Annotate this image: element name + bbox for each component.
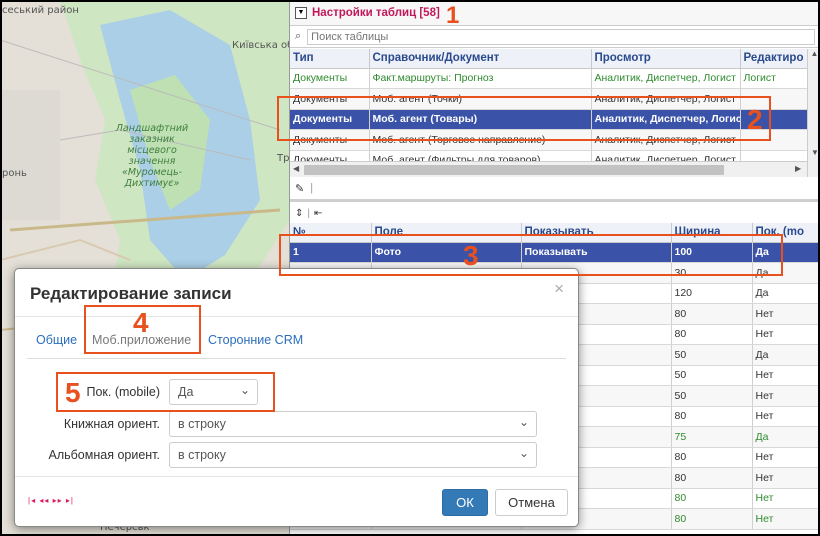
map-label-kyivska: Київська об xyxy=(232,40,294,51)
table-cell-mobile: Нет xyxy=(752,385,820,407)
scroll-up-icon[interactable]: ▲ xyxy=(808,49,820,58)
table-cell-width: 50 xyxy=(671,365,753,386)
edit-toolbar: ✎ | xyxy=(290,179,820,197)
table-cell-mobile: Нет xyxy=(752,467,820,489)
annotation-number-5: 5 xyxy=(65,377,81,408)
column-header[interactable]: Редактиро xyxy=(740,49,807,69)
table-cell-mobile: Нет xyxy=(752,488,820,509)
portrait-select[interactable]: в строку ⌄ xyxy=(169,411,537,437)
panel-titlebar: ▼ Настройки таблиц [58] xyxy=(290,0,820,26)
table-cell-width: 80 xyxy=(671,324,753,345)
record-nav-icons[interactable]: |◂ ◂◂ ▸▸ ▸| xyxy=(28,496,74,505)
table-cell-view: Аналитик, Диспетчер, Логист xyxy=(591,150,741,161)
scroll-thumb[interactable] xyxy=(304,165,724,175)
tab-external-crm[interactable]: Сторонние CRM xyxy=(208,333,303,347)
column-header[interactable]: Просмотр xyxy=(591,49,741,69)
field-label-portrait: Книжная ориент. xyxy=(63,417,160,431)
toolbar2-separator: | xyxy=(307,207,310,219)
vertical-scrollbar[interactable]: ▲ ▼ xyxy=(807,49,820,177)
close-icon[interactable]: × xyxy=(554,279,564,299)
table-cell-width: 120 xyxy=(671,283,753,304)
field-row-landscape: Альбомная ориент. в строку ⌄ xyxy=(15,442,537,468)
scroll-down-icon[interactable]: ▼ xyxy=(808,148,820,157)
annotation-number-2: 2 xyxy=(747,104,763,135)
dialog-title: Редактирование записи xyxy=(30,284,232,303)
search-icon: ⌕ xyxy=(295,30,302,42)
landscape-select[interactable]: в строку ⌄ xyxy=(169,442,537,468)
column-header[interactable]: Тип xyxy=(290,49,370,69)
table-cell-mobile: Нет xyxy=(752,365,820,386)
table-cell-type: Документы xyxy=(290,68,370,89)
field-row-portrait: Книжная ориент. в строку ⌄ xyxy=(15,411,537,437)
collapse-icon[interactable]: ▼ xyxy=(295,6,307,19)
table-cell-width: 80 xyxy=(671,508,753,530)
dialog-footer: |◂ ◂◂ ▸▸ ▸| ОК Отмена xyxy=(15,476,578,527)
search-bar: ⌕ xyxy=(290,26,820,48)
table-cell-width: 50 xyxy=(671,344,753,366)
table-cell-width: 80 xyxy=(671,406,753,427)
annotation-number-3: 3 xyxy=(463,240,479,271)
pencil-icon[interactable]: ✎ xyxy=(295,182,304,195)
annotation-number-4: 4 xyxy=(133,307,149,338)
tab-general[interactable]: Общие xyxy=(36,333,77,347)
horizontal-scrollbar[interactable]: ◀ ▶ xyxy=(290,161,807,177)
annotation-box-3 xyxy=(279,234,783,276)
first-record-icon[interactable]: ⇤ xyxy=(314,208,322,219)
search-input[interactable] xyxy=(307,28,816,45)
table-cell-edit xyxy=(740,150,807,161)
annotation-number-1: 1 xyxy=(446,2,460,29)
map-label-desniansky: сеський район xyxy=(2,5,79,16)
table-cell-mobile: Нет xyxy=(752,447,820,468)
chevron-down-icon: ⌄ xyxy=(518,446,529,460)
annotation-box-5 xyxy=(56,372,275,412)
toolbar-separator: | xyxy=(310,182,314,194)
landscape-select-value: в строку xyxy=(178,448,226,462)
field-label-landscape: Альбомная ориент. xyxy=(48,448,161,462)
map-label-irpin: ронь xyxy=(2,168,27,179)
table-cell-mobile: Да xyxy=(752,426,820,448)
table-row[interactable]: Документы Моб. агент (Фильтры для товаров… xyxy=(290,150,807,161)
table-cell-mobile: Нет xyxy=(752,406,820,427)
panel-title: Настройки таблиц [58] xyxy=(312,6,440,19)
table-cell-width: 80 xyxy=(671,303,753,325)
ok-button[interactable]: ОК xyxy=(442,489,488,516)
table-cell-width: 75 xyxy=(671,426,753,448)
table-cell-mobile: Нет xyxy=(752,508,820,530)
table-cell-mobile: Нет xyxy=(752,303,820,325)
annotation-box-2 xyxy=(277,96,771,141)
map-label-reserve: Ландшафтний заказник місцевого значення … xyxy=(115,123,189,189)
map-label-tr: Тр xyxy=(277,153,290,164)
table-cell-type: Документы xyxy=(290,150,370,161)
table-cell-mobile: Да xyxy=(752,283,820,304)
scroll-left-icon[interactable]: ◀ xyxy=(293,164,299,173)
table-cell-edit: Логист xyxy=(740,68,807,89)
table-cell-ref: Факт.маршруты: Прогноз xyxy=(369,68,592,89)
chevron-down-icon: ⌄ xyxy=(518,415,529,429)
table-cell-mobile: Да xyxy=(752,344,820,366)
table-cell-width: 50 xyxy=(671,385,753,407)
sort-icon[interactable]: ⇕ xyxy=(295,208,303,219)
table-cell-mobile: Нет xyxy=(752,324,820,345)
scroll-right-icon[interactable]: ▶ xyxy=(795,164,801,173)
table-cell-view: Аналитик, Диспетчер, Логист xyxy=(591,68,741,89)
table-row[interactable]: Документы Факт.маршруты: Прогноз Аналитик,… xyxy=(290,68,807,89)
splitter[interactable] xyxy=(290,199,820,202)
table-cell-width: 80 xyxy=(671,467,753,489)
portrait-select-value: в строку xyxy=(178,417,226,431)
column-header[interactable]: Справочник/Документ xyxy=(369,49,592,69)
table-cell-width: 80 xyxy=(671,447,753,468)
cancel-button[interactable]: Отмена xyxy=(495,489,568,516)
table-cell-width: 80 xyxy=(671,488,753,509)
table-cell-ref: Моб. агент (Фильтры для товаров) xyxy=(369,150,592,161)
fields-toolbar: ⇕ | ⇤ xyxy=(290,203,820,223)
